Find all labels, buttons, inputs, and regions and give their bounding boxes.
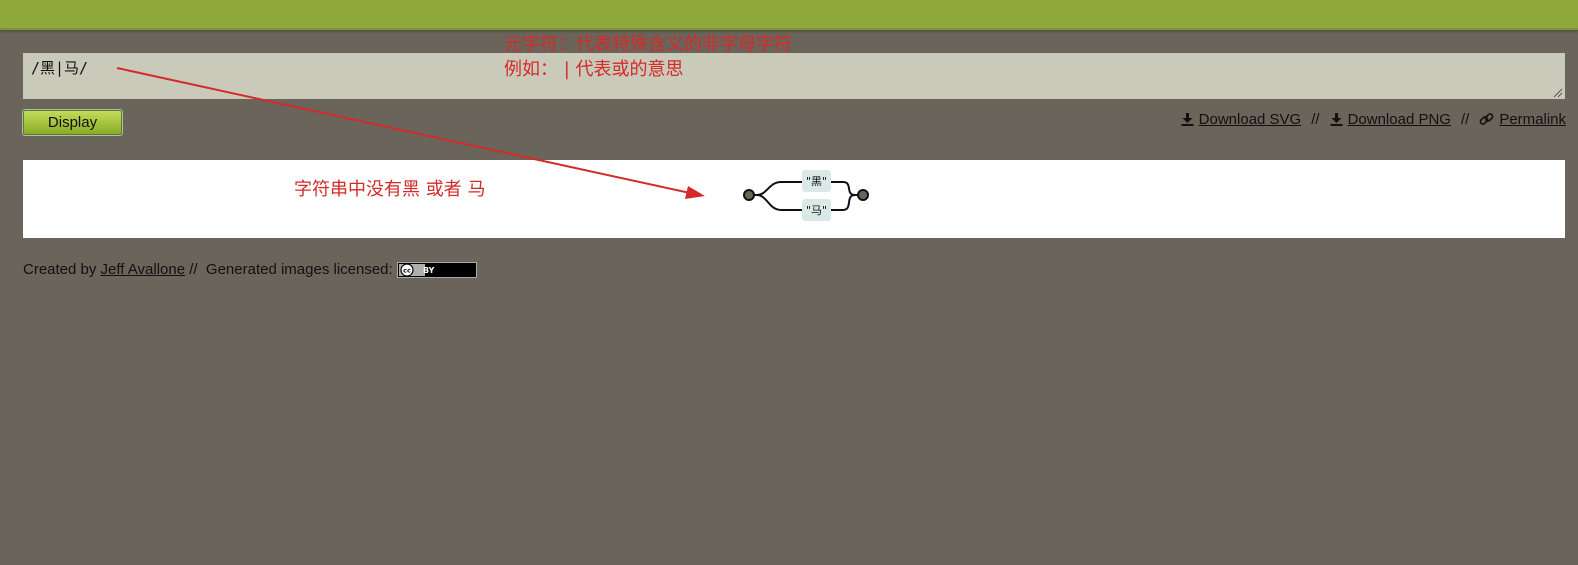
download-png-label: Download PNG [1347, 110, 1451, 128]
display-button[interactable]: Display [23, 110, 122, 135]
download-svg-label: Download SVG [1198, 110, 1302, 128]
literal-text-2: "马" [806, 204, 827, 217]
annotation-explanation: 字符串中没有黑 或者 马 [294, 179, 486, 200]
annotation-metachar-example: 例如： | 代表或的意思 [504, 59, 684, 80]
download-icon [1181, 113, 1194, 126]
cc-by-license-badge[interactable]: cc BY [396, 261, 477, 278]
link-separator: // [1311, 110, 1320, 128]
permalink-label: Permalink [1499, 110, 1566, 128]
branch-path-bottom [756, 194, 802, 211]
railroad-diagram-panel: "黑" "马" [23, 160, 1565, 238]
branch-path-top-exit [831, 181, 856, 196]
license-text: Generated images licensed: [205, 261, 393, 278]
branch-path-bottom-exit [831, 194, 856, 211]
regex-input[interactable]: /黑|马/ [23, 53, 1565, 99]
end-node [857, 189, 869, 201]
link-separator: // [1460, 110, 1470, 128]
footer-separator: // [189, 261, 198, 278]
literal-text-1: "黑" [806, 175, 827, 188]
link-icon [1479, 112, 1494, 125]
download-svg-link[interactable]: Download SVG [1181, 110, 1302, 128]
author-link[interactable]: Jeff Avallone [101, 261, 186, 278]
resize-handle-icon[interactable] [1553, 88, 1563, 98]
download-png-link[interactable]: Download PNG [1330, 111, 1451, 128]
svg-text:cc: cc [403, 266, 411, 274]
cc-badge-text: BY [423, 266, 435, 275]
top-nav-bar [0, 0, 1578, 30]
created-by-text: Created by [23, 261, 97, 278]
download-icon [1330, 113, 1343, 126]
annotation-metachar-definition: 元字符：代表特殊含义的非字母字符 [504, 34, 792, 55]
permalink-link[interactable]: Permalink [1479, 111, 1566, 128]
branch-path-top [756, 181, 802, 196]
railroad-diagram: "黑" "马" [743, 170, 869, 221]
footer: Created by Jeff Avallone // Generated im… [23, 261, 477, 278]
export-links: Download SVG // Download PNG // Permalin… [1181, 109, 1566, 129]
start-node [743, 189, 755, 201]
